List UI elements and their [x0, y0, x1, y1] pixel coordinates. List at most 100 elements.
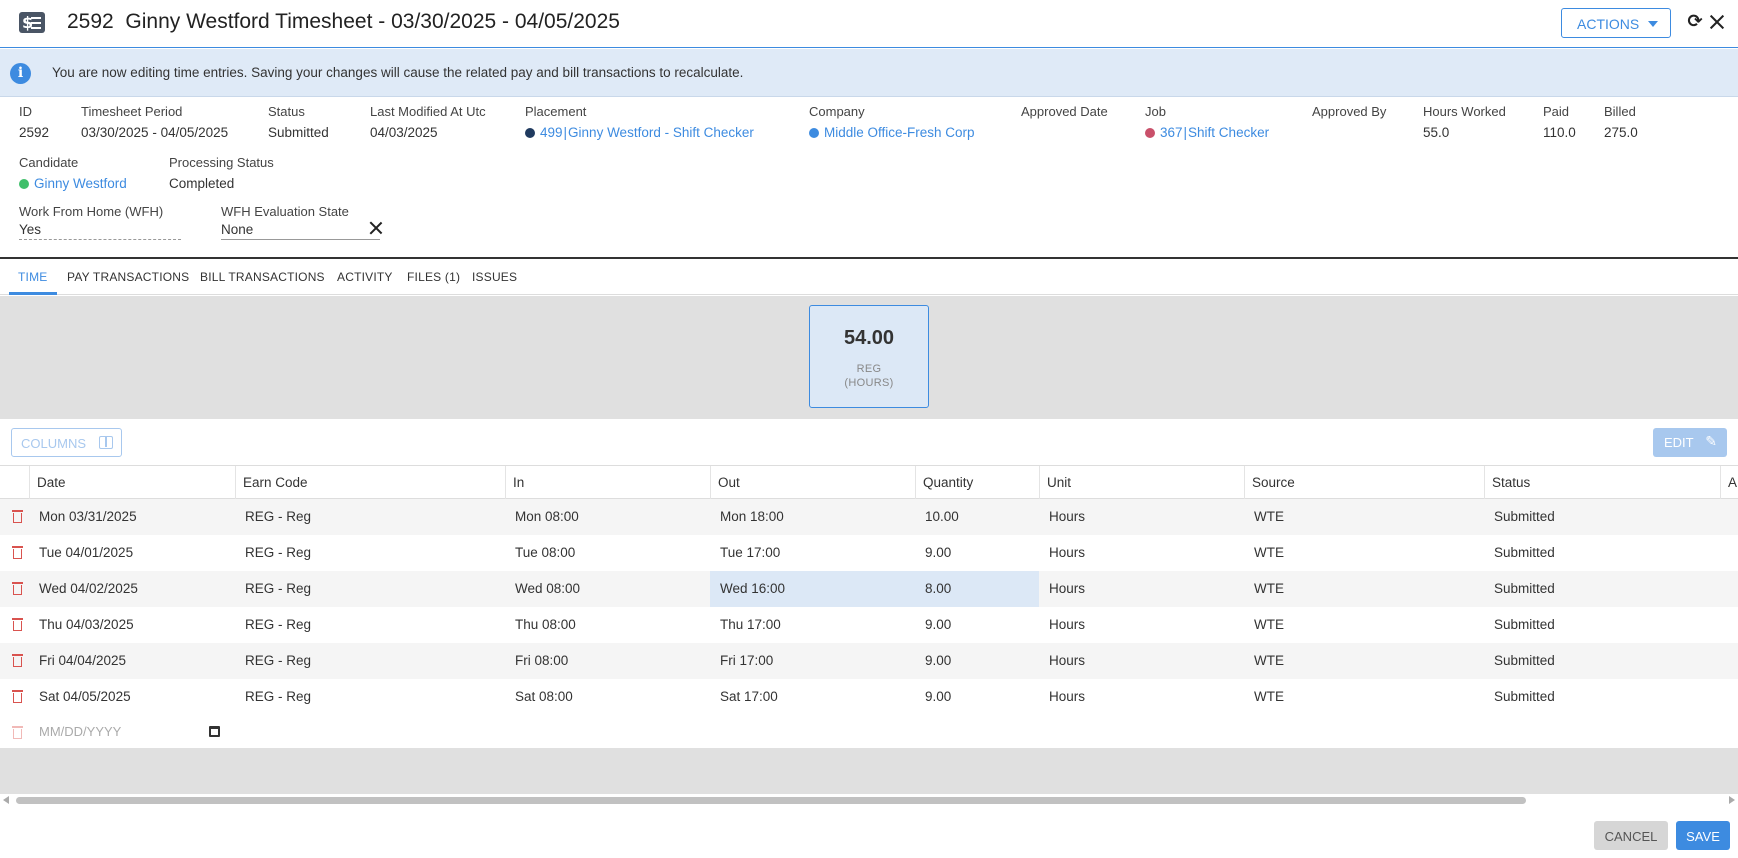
tab-bar: TIME PAY TRANSACTIONS BILL TRANSACTIONS …	[0, 257, 1738, 295]
cell-earn-code[interactable]: REG - Reg	[235, 499, 311, 535]
tab-time[interactable]: TIME	[18, 270, 47, 284]
table-row[interactable]: Mon 03/31/2025 REG - Reg Mon 08:00 Mon 18:0…	[0, 499, 1738, 535]
cell-quantity[interactable]: 9.00	[915, 535, 951, 571]
cell-unit[interactable]: Hours	[1039, 571, 1085, 607]
cell-earn-code[interactable]: REG - Reg	[235, 535, 311, 571]
columns-button[interactable]: COLUMNS	[11, 428, 122, 457]
company-link[interactable]: Middle Office-Fresh Corp	[809, 125, 975, 140]
cell-out[interactable]: Tue 17:00	[710, 535, 780, 571]
cell-date[interactable]: Fri 04/04/2025	[29, 643, 126, 679]
cell-status[interactable]: Submitted	[1484, 643, 1555, 679]
new-date-input[interactable]: MM/DD/YYYY	[39, 724, 121, 739]
cell-earn-code[interactable]: REG - Reg	[235, 643, 311, 679]
wfh-evaluation-state-field[interactable]: WFH Evaluation State None	[221, 204, 380, 240]
table-row[interactable]: Wed 04/02/2025 REG - Reg Wed 08:00 Wed 16:0…	[0, 571, 1738, 607]
column-header-source[interactable]: Source	[1244, 466, 1484, 499]
cell-out[interactable]: Wed 16:00	[710, 571, 915, 607]
cell-date[interactable]: Mon 03/31/2025	[29, 499, 137, 535]
tab-bill-transactions[interactable]: BILL TRANSACTIONS	[200, 270, 325, 284]
cell-out[interactable]: Thu 17:00	[710, 607, 781, 643]
tab-issues[interactable]: ISSUES	[472, 270, 517, 284]
refresh-icon[interactable]: ⟳	[1685, 12, 1705, 32]
cell-date[interactable]: Thu 04/03/2025	[29, 607, 134, 643]
cell-out[interactable]: Sat 17:00	[710, 679, 778, 715]
trash-icon[interactable]	[12, 618, 23, 631]
cell-in[interactable]: Wed 08:00	[505, 571, 580, 607]
cell-unit[interactable]: Hours	[1039, 643, 1085, 679]
cell-source[interactable]: WTE	[1244, 571, 1284, 607]
trash-icon[interactable]	[12, 546, 23, 559]
clear-x-icon[interactable]	[366, 218, 386, 238]
tab-activity[interactable]: ACTIVITY	[337, 270, 393, 284]
wfh-evaluation-state-select[interactable]: None	[221, 222, 380, 240]
reg-hours-summary-card[interactable]: 54.00 REG (HOURS)	[809, 305, 929, 408]
cell-quantity[interactable]: 9.00	[915, 679, 951, 715]
edit-button[interactable]: EDIT ✎	[1653, 428, 1727, 457]
column-header-quantity[interactable]: Quantity	[915, 466, 1039, 499]
cell-source[interactable]: WTE	[1244, 679, 1284, 715]
cell-date[interactable]: Wed 04/02/2025	[29, 571, 138, 607]
column-header-out[interactable]: Out	[710, 466, 915, 499]
trash-icon[interactable]	[12, 654, 23, 667]
cell-quantity[interactable]: 9.00	[915, 607, 951, 643]
table-row[interactable]: Thu 04/03/2025 REG - Reg Thu 08:00 Thu 17:0…	[0, 607, 1738, 643]
cell-unit[interactable]: Hours	[1039, 679, 1085, 715]
tab-pay-transactions[interactable]: PAY TRANSACTIONS	[67, 270, 189, 284]
cell-source[interactable]: WTE	[1244, 607, 1284, 643]
placement-link[interactable]: 499|Ginny Westford - Shift Checker	[525, 125, 754, 140]
save-button[interactable]: SAVE	[1676, 821, 1730, 850]
horizontal-scrollbar[interactable]	[0, 794, 1738, 806]
cell-in[interactable]: Thu 08:00	[505, 607, 576, 643]
column-header-date[interactable]: Date	[29, 466, 235, 499]
column-header-in[interactable]: In	[505, 466, 710, 499]
cell-status[interactable]: Submitted	[1484, 535, 1555, 571]
field-id: ID 2592	[19, 104, 50, 140]
cell-status[interactable]: Submitted	[1484, 571, 1555, 607]
scroll-right-arrow-icon[interactable]	[1729, 796, 1735, 804]
wfh-select[interactable]: Yes	[19, 222, 181, 240]
scrollbar-thumb[interactable]	[16, 797, 1526, 804]
cell-unit[interactable]: Hours	[1039, 607, 1085, 643]
cell-in[interactable]: Sat 08:00	[505, 679, 573, 715]
cell-in[interactable]: Mon 08:00	[505, 499, 579, 535]
scroll-left-arrow-icon[interactable]	[3, 796, 9, 804]
cell-out[interactable]: Fri 17:00	[710, 643, 773, 679]
table-row[interactable]: Sat 04/05/2025 REG - Reg Sat 08:00 Sat 17:0…	[0, 679, 1738, 715]
table-row[interactable]: Tue 04/01/2025 REG - Reg Tue 08:00 Tue 17:0…	[0, 535, 1738, 571]
trash-icon[interactable]	[12, 690, 23, 703]
job-link[interactable]: 367|Shift Checker	[1145, 125, 1269, 140]
tab-files[interactable]: FILES (1)	[407, 270, 460, 284]
cell-unit[interactable]: Hours	[1039, 535, 1085, 571]
column-header-earn-code[interactable]: Earn Code	[235, 466, 505, 499]
close-icon[interactable]	[1707, 12, 1727, 32]
column-header-unit[interactable]: Unit	[1039, 466, 1244, 499]
table-row[interactable]: Fri 04/04/2025 REG - Reg Fri 08:00 Fri 17:0…	[0, 643, 1738, 679]
cell-unit[interactable]: Hours	[1039, 499, 1085, 535]
cell-earn-code[interactable]: REG - Reg	[235, 679, 311, 715]
cell-status[interactable]: Submitted	[1484, 607, 1555, 643]
cell-quantity[interactable]: 9.00	[915, 643, 951, 679]
column-header-status[interactable]: Status	[1484, 466, 1720, 499]
wfh-field[interactable]: Work From Home (WFH) Yes	[19, 204, 181, 240]
cell-source[interactable]: WTE	[1244, 535, 1284, 571]
calendar-icon[interactable]	[209, 726, 220, 737]
trash-icon[interactable]	[12, 510, 23, 523]
column-header-truncated[interactable]: A	[1720, 466, 1738, 499]
cell-status[interactable]: Submitted	[1484, 679, 1555, 715]
cell-in[interactable]: Tue 08:00	[505, 535, 575, 571]
cell-source[interactable]: WTE	[1244, 643, 1284, 679]
cell-out[interactable]: Mon 18:00	[710, 499, 784, 535]
cell-date[interactable]: Sat 04/05/2025	[29, 679, 131, 715]
trash-icon[interactable]	[12, 582, 23, 595]
cell-date[interactable]: Tue 04/01/2025	[29, 535, 133, 571]
cancel-button[interactable]: CANCEL	[1594, 821, 1668, 850]
cell-in[interactable]: Fri 08:00	[505, 643, 568, 679]
cell-quantity[interactable]: 8.00	[915, 571, 1039, 607]
actions-dropdown-button[interactable]: ACTIONS	[1561, 8, 1671, 38]
cell-earn-code[interactable]: REG - Reg	[235, 571, 311, 607]
candidate-link[interactable]: Ginny Westford	[19, 176, 127, 191]
cell-earn-code[interactable]: REG - Reg	[235, 607, 311, 643]
cell-source[interactable]: WTE	[1244, 499, 1284, 535]
cell-status[interactable]: Submitted	[1484, 499, 1555, 535]
cell-quantity[interactable]: 10.00	[915, 499, 959, 535]
